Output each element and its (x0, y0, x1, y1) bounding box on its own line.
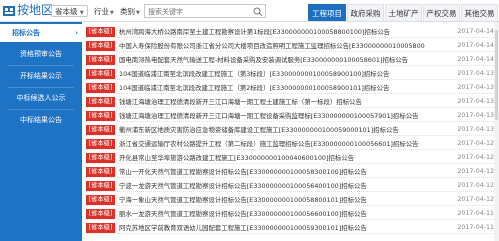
sidebar-item-award-result[interactable]: 中标结果公告 (0, 111, 82, 129)
notice-title-link[interactable]: 浙江省交通运输厅农村公路提升工程（第二标段）施工监理招标公告[E33000000… (119, 138, 425, 150)
notice-title-link[interactable]: 丽水一龙游天然气管道工程勘察设计招标公告[E330000000100056600… (119, 208, 425, 220)
list-item[interactable]: [省本级] 宁波一龙游天然气管道工程勘察设计招标公告[E3300000001000… (86, 180, 494, 192)
tab-government-procurement[interactable]: 政府采购 (347, 4, 384, 21)
scrollbar-thumb[interactable] (495, 30, 498, 120)
notice-title-link[interactable]: 杭州湾跨海大桥公路南岸至土建工程勘察设计第1标段[E33000000010005… (119, 26, 425, 38)
notice-date: 2017-04-12 (457, 154, 494, 161)
region-badge: [省本级] (86, 167, 115, 177)
notice-title-link[interactable]: 阿克苏地区学前教育双语幼儿园配套工程施工[E330000000100059300… (119, 222, 425, 234)
list-item[interactable]: [省本级] 国电南浔热电配套天然气输送工程-材料设备采购及安装调试服务[E3300… (86, 54, 494, 66)
notice-title-link[interactable]: 衢州浦东新区地质灾害防治应急物资储备库建设工程施工[E3300000001000… (119, 124, 425, 136)
notice-date: 2017-04-12 (457, 140, 494, 147)
notice-title-link[interactable]: 104国道临浦江南至北滨段改建工程施工（第3标段）[E3300000001000… (119, 68, 425, 80)
region-badge: [省本级] (86, 195, 115, 205)
sidebar: 招标公告 › 资格预审公告 开标结果公示 中标候选人公示 中标结果公告 (0, 22, 82, 241)
sidebar-divider (8, 87, 74, 88)
chevron-down-icon: ▼ (136, 10, 140, 16)
notice-date: 2017-04-13 (457, 98, 494, 105)
region-badge: [省本级] (86, 139, 115, 149)
list-item[interactable]: [省本级] 衢州浦东新区地质灾害防治应急物资储备库建设工程施工[E33000000… (86, 124, 494, 136)
notice-title-link[interactable]: 钱塘江海塘治理工程德清段新开三江口海塘一期工程土建施工标（第一标段）招标公告 (119, 96, 425, 108)
sidebar-item-bid-opening[interactable]: 开标结果公示 (0, 67, 82, 85)
notice-title-link[interactable]: 中国人寿保险股份有限公司浙江省分公司大楼项目改造照明工程施工监理招标公告[E33… (119, 40, 425, 52)
tab-engineering[interactable]: 工程项目 (308, 4, 346, 21)
notice-title-link[interactable]: 国电南浔热电配套天然气输送工程-材料设备采购及安装调试服务[E330000000… (119, 54, 425, 66)
search-box (144, 4, 266, 18)
notice-title-link[interactable]: 宁海一象山天然气管道工程勘察设计招标公告[E330000000100058800… (119, 194, 425, 206)
notice-title-link[interactable]: 开化县常山至华埠旅游公路改建工程施工[E33000000010004060010… (119, 152, 425, 164)
region-badge: [省本级] (86, 55, 115, 65)
region-badge: [省本级] (86, 27, 115, 37)
region-title: 按地区 (17, 3, 54, 17)
sidebar-divider (8, 109, 74, 110)
region-badge: [省本级] (86, 125, 115, 135)
industry-filter[interactable]: 行业▼ (94, 6, 114, 19)
search-input[interactable] (148, 6, 250, 17)
tab-other-trading[interactable]: 其他交易 (461, 4, 498, 21)
region-badge: [省本级] (86, 69, 115, 79)
notice-date: 2017-04-13 (457, 126, 494, 133)
notice-date: 2017-04-11 (457, 224, 494, 231)
list-item[interactable]: [省本级] 阿克苏地区学前教育双语幼儿园配套工程施工[E3300000001000… (86, 222, 494, 234)
list-item[interactable]: [省本级] 中国人寿保险股份有限公司浙江省分公司大楼项目改造照明工程施工监理招标公… (86, 40, 494, 52)
region-dropdown[interactable]: 省本级 ▼ (51, 5, 88, 17)
notice-title-link[interactable]: 钱塘江海塘治理工程德清段新开三江口海塘一期工程设备采购监理标[E33000000… (119, 110, 425, 122)
tab-property-rights[interactable]: 产权交易 (423, 4, 460, 21)
notice-date: 2017-04-11 (457, 210, 494, 217)
category-filter[interactable]: 类别▼ (120, 6, 140, 19)
chevron-down-icon: ▼ (79, 10, 84, 16)
list-item[interactable]: [省本级] 钱塘江海塘治理工程德清段新开三江口海塘一期工程设备采购监理标[E330… (86, 110, 494, 122)
region-badge: [省本级] (86, 181, 115, 191)
list-item[interactable]: [省本级] 常山一开化天然气管道工程勘察设计招标公告[E3300000001000… (86, 166, 494, 178)
sidebar-item-tender-notice[interactable]: 招标公告 › (0, 24, 82, 42)
category-filter-label: 类别 (120, 7, 135, 16)
notice-date: 2017-04-13 (457, 70, 494, 77)
tab-land-minerals[interactable]: 土地矿产 (385, 4, 422, 21)
notice-date: 2017-04-13 (457, 84, 494, 91)
location-pin-icon (3, 6, 15, 16)
list-item[interactable]: [省本级] 丽水一龙游天然气管道工程勘察设计招标公告[E3300000001000… (86, 208, 494, 220)
top-bar: 按地区 省本级 ▼ 行业▼ 类别▼ 工程项目 政府采购 土地矿产 产权交易 其他… (0, 0, 499, 22)
notice-date: 2017-04-12 (457, 168, 494, 175)
industry-filter-label: 行业 (94, 7, 109, 16)
notice-date: 2017-04-12 (457, 182, 494, 189)
list-item[interactable]: [省本级] 104国道临浦江南至北滨段改建工程施工（第3标段）[E33000000… (86, 68, 494, 80)
list-item[interactable]: [省本级] 钱塘江海塘治理工程德清段新开三江口海塘一期工程土建施工标（第一标段）招… (86, 96, 494, 108)
region-dropdown-value: 省本级 (55, 7, 78, 16)
region-badge: [省本级] (86, 97, 115, 107)
search-icon[interactable] (253, 7, 263, 16)
list-item[interactable]: [省本级] 开化县常山至华埠旅游公路改建工程施工[E330000000100040… (86, 152, 494, 164)
region-badge: [省本级] (86, 153, 115, 163)
chevron-down-icon: ▼ (110, 10, 114, 16)
list-item[interactable]: [省本级] 杭州湾跨海大桥公路南岸至土建工程勘察设计第1标段[E330000000… (86, 26, 494, 38)
region-badge: [省本级] (86, 111, 115, 121)
notice-title-link[interactable]: 常山一开化天然气管道工程勘察设计招标公告[E330000000100058300… (119, 166, 425, 178)
notice-date: 2017-04-14 (457, 28, 494, 35)
region-badge: [省本级] (86, 83, 115, 93)
sidebar-divider (8, 65, 74, 66)
notice-title-link[interactable]: 宁波一龙游天然气管道工程勘察设计招标公告[E330000000100056400… (119, 180, 425, 192)
sidebar-item-label: 招标公告 (12, 29, 40, 37)
list-item[interactable]: [省本级] 宁海一象山天然气管道工程勘察设计招标公告[E3300000001000… (86, 194, 494, 206)
sidebar-item-prequalification[interactable]: 资格预审公告 (0, 45, 82, 63)
region-badge: [省本级] (86, 223, 115, 233)
list-item[interactable]: [省本级] 104国道临浦江南至北滨段改建工程施工（第2标段）[E33000000… (86, 82, 494, 94)
sidebar-item-candidates[interactable]: 中标候选人公示 (0, 89, 82, 107)
region-badge: [省本级] (86, 209, 115, 219)
notice-date: 2017-04-14 (457, 56, 494, 63)
list-item[interactable]: [省本级] 浙江省交通运输厅农村公路提升工程（第二标段）施工监理招标公告[E330… (86, 138, 494, 150)
notice-date: 2017-04-12 (457, 196, 494, 203)
notice-date: 2017-04-13 (457, 112, 494, 119)
chevron-right-icon: › (75, 29, 78, 37)
region-badge: [省本级] (86, 41, 115, 51)
notice-title-link[interactable]: 104国道临浦江南至北滨段改建工程施工（第2标段）[E3300000001000… (119, 82, 425, 94)
notice-date: 2017-04-14 (457, 42, 494, 49)
